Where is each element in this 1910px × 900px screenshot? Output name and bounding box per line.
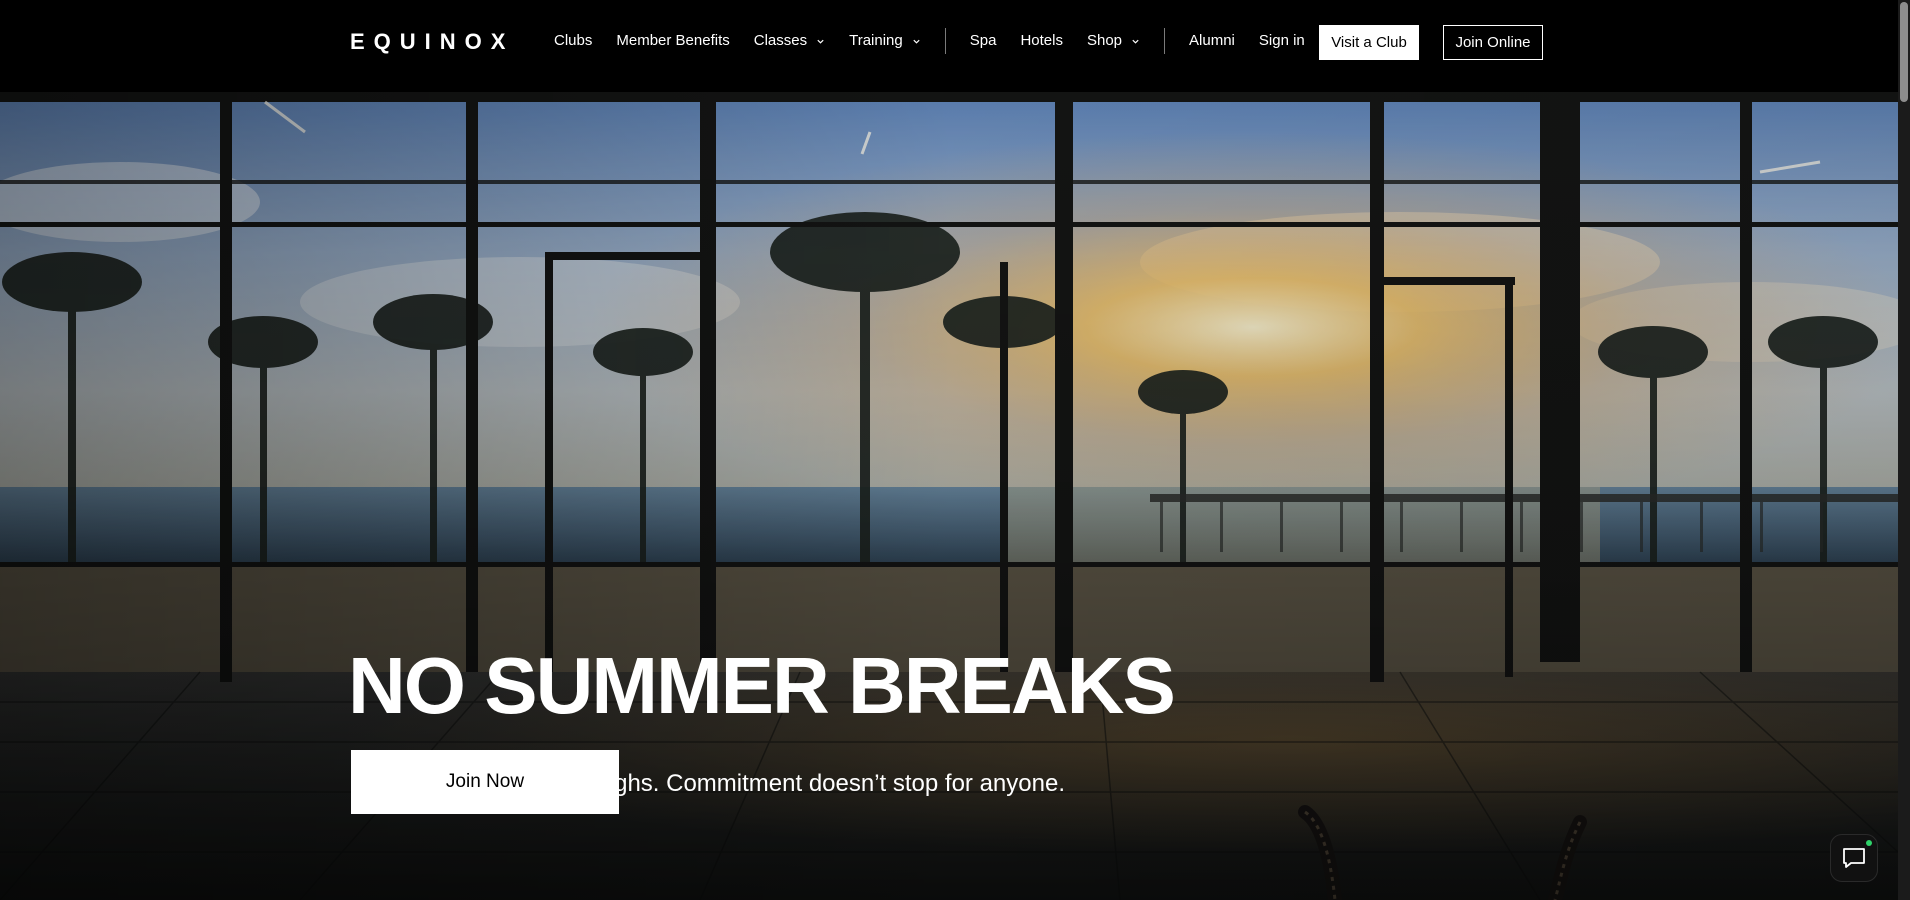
nav-sign-in-label: Sign in [1258, 32, 1305, 49]
join-online-button[interactable]: Join Online [1443, 25, 1543, 60]
nav-alumni[interactable]: Alumni [1189, 29, 1235, 53]
chat-status-dot [1866, 840, 1872, 846]
nav-classes-label: Classes [753, 32, 808, 49]
top-navbar: EQUINOX Clubs Member Benefits Classes Tr… [0, 0, 1898, 92]
chevron-down-icon [1132, 39, 1139, 44]
chat-bubble-icon [1843, 848, 1865, 868]
scrollbar-thumb[interactable] [1900, 2, 1908, 102]
nav-clubs-label: Clubs [554, 32, 593, 49]
nav-hotels-label: Hotels [1020, 32, 1063, 49]
nav-member-benefits-label: Member Benefits [616, 32, 730, 49]
chevron-down-icon [913, 39, 920, 44]
nav-spa-label: Spa [969, 32, 997, 49]
nav-classes[interactable]: Classes [754, 29, 825, 53]
nav-alumni-label: Alumni [1189, 32, 1235, 49]
nav-divider [944, 28, 946, 54]
visit-a-club-button[interactable]: Visit a Club [1319, 25, 1419, 60]
nav-training-label: Training [849, 32, 903, 49]
nav-shop[interactable]: Shop [1087, 29, 1140, 53]
equinox-logo[interactable]: EQUINOX [350, 28, 514, 56]
hero-title: NO SUMMER BREAKS [348, 641, 1176, 730]
page-scrollbar[interactable] [1898, 0, 1910, 900]
page: EQUINOX Clubs Member Benefits Classes Tr… [0, 0, 1910, 900]
nav-divider [1164, 28, 1166, 54]
main-nav: Clubs Member Benefits Classes Training S… [554, 28, 1329, 54]
nav-sign-in[interactable]: Sign in [1259, 29, 1305, 53]
nav-hotels[interactable]: Hotels [1020, 29, 1063, 53]
chevron-down-icon [817, 39, 824, 44]
nav-clubs[interactable]: Clubs [554, 29, 592, 53]
hero-section: NO SUMMER BREAKS Only summer breakthroug… [0, 92, 1898, 900]
nav-spa[interactable]: Spa [970, 29, 997, 53]
nav-member-benefits[interactable]: Member Benefits [616, 29, 729, 53]
nav-training[interactable]: Training [849, 29, 921, 53]
chat-button[interactable] [1830, 834, 1878, 882]
join-now-button[interactable]: Join Now [351, 750, 619, 814]
nav-shop-label: Shop [1086, 32, 1123, 49]
